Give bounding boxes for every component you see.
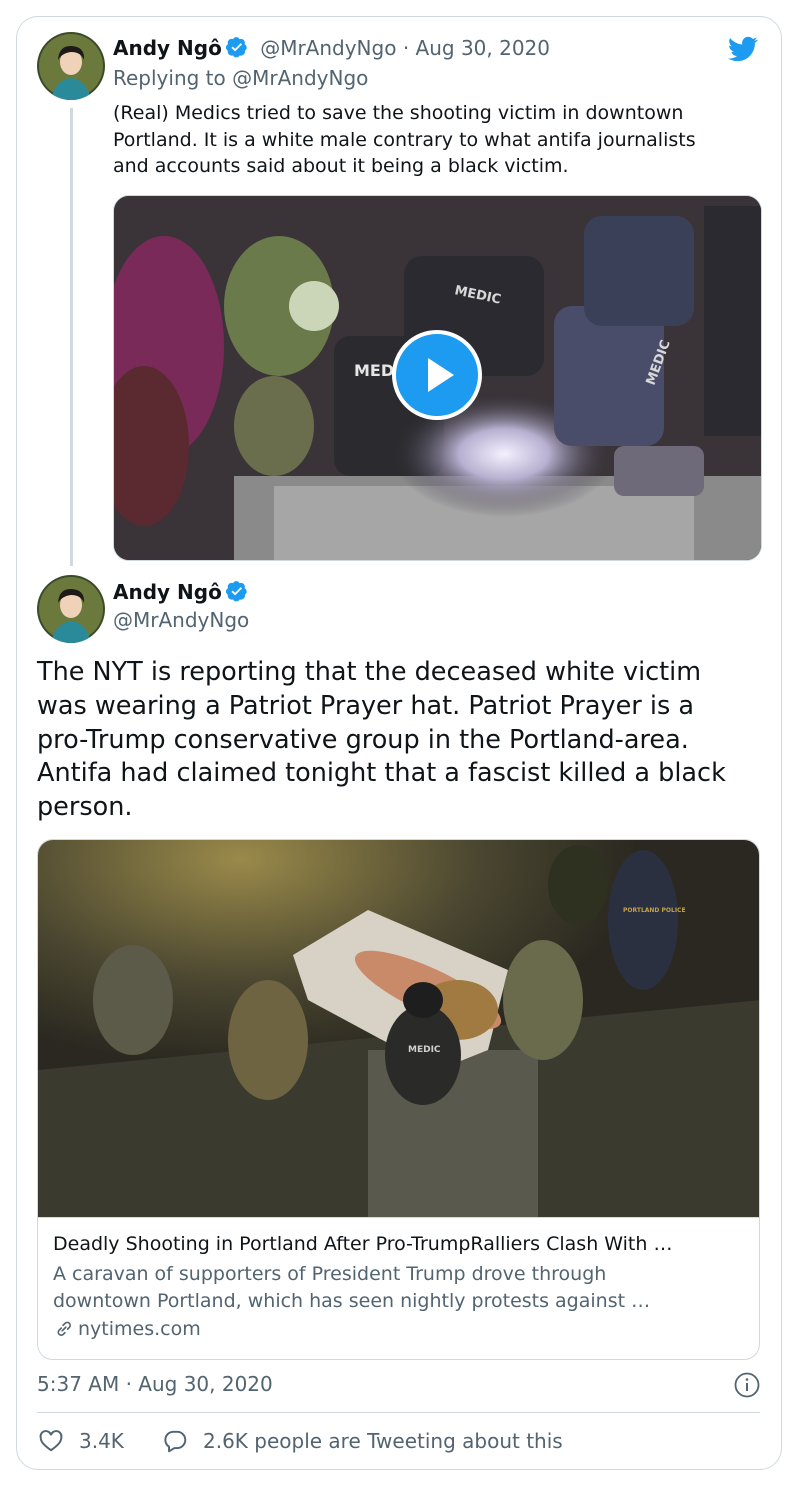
text-line: was wearing a Patriot Prayer hat. Patrio… — [37, 690, 694, 721]
author-name[interactable]: Andy Ngô — [113, 36, 222, 60]
link-domain-row: nytimes.com — [53, 1318, 201, 1340]
actions-divider — [37, 1412, 760, 1413]
vest-label: PORTLAND POLICE — [623, 907, 686, 914]
replying-to-handle[interactable]: @MrAndyNgo — [232, 66, 368, 90]
link-preview-image: MEDIC PORTLAND POLICE — [38, 840, 759, 1217]
text-line: (Real) Medics tried to save the shooting… — [113, 102, 684, 124]
description-line: downtown Portland, which has seen nightl… — [53, 1290, 651, 1312]
verified-badge-icon — [225, 36, 248, 63]
tweeting-about-text: 2.6K people are Tweeting about this — [203, 1429, 563, 1453]
like-count: 3.4K — [79, 1429, 124, 1453]
author-name[interactable]: Andy Ngô — [113, 580, 222, 604]
thread-connector-line — [70, 108, 73, 566]
tweet-date[interactable]: Aug 30, 2020 — [416, 36, 550, 60]
link-icon — [53, 1318, 75, 1340]
replying-to: Replying to @MrAndyNgo — [113, 66, 368, 90]
main-tweet-text: The NYT is reporting that the deceased w… — [37, 656, 726, 825]
play-icon — [428, 358, 454, 392]
reply-tweet-header: Andy Ngô @MrAndyNgo · Aug 30, 2020 — [113, 36, 550, 63]
separator-dot: · — [402, 36, 410, 60]
vest-label: MEDIC — [408, 1045, 441, 1055]
tweeting-about-link[interactable]: 2.6K people are Tweeting about this — [161, 1428, 563, 1454]
twitter-bird-icon[interactable] — [726, 34, 760, 64]
text-line: The NYT is reporting that the deceased w… — [37, 657, 702, 687]
link-preview-card[interactable]: MEDIC PORTLAND POLICE Deadly Shooting in… — [37, 839, 760, 1360]
info-icon[interactable] — [734, 1372, 760, 1398]
text-line: person. — [37, 792, 133, 823]
link-domain[interactable]: nytimes.com — [78, 1318, 201, 1340]
heart-icon — [37, 1428, 65, 1454]
text-line: Antifa had claimed tonight that a fascis… — [37, 758, 726, 789]
tweet-timestamp[interactable]: 5:37 AM · Aug 30, 2020 — [37, 1372, 273, 1396]
comment-icon — [161, 1428, 189, 1454]
author-handle[interactable]: @MrAndyNgo — [113, 608, 249, 632]
verified-badge-icon — [225, 580, 248, 607]
main-tweet-author: Andy Ngô — [113, 580, 248, 607]
like-button[interactable]: 3.4K — [37, 1428, 124, 1454]
link-card-divider — [38, 1217, 759, 1218]
link-title[interactable]: Deadly Shooting in Portland After Pro-Tr… — [53, 1233, 672, 1255]
text-line: Portland. It is a white male contrary to… — [113, 128, 696, 151]
play-button[interactable] — [392, 330, 482, 420]
avatar[interactable] — [37, 575, 105, 643]
author-handle[interactable]: @MrAndyNgo — [260, 36, 396, 60]
description-line: A caravan of supporters of President Tru… — [53, 1263, 607, 1285]
video-player[interactable]: MEDI MEDIC MEDIC — [113, 195, 762, 561]
text-line: pro-Trump conservative group in the Port… — [37, 724, 689, 755]
link-description: A caravan of supporters of President Tru… — [53, 1261, 650, 1315]
avatar[interactable] — [37, 32, 105, 100]
text-line: and accounts said about it being a black… — [113, 155, 569, 177]
replying-to-prefix: Replying to — [113, 66, 226, 90]
reply-tweet-text: (Real) Medics tried to save the shooting… — [113, 100, 696, 180]
